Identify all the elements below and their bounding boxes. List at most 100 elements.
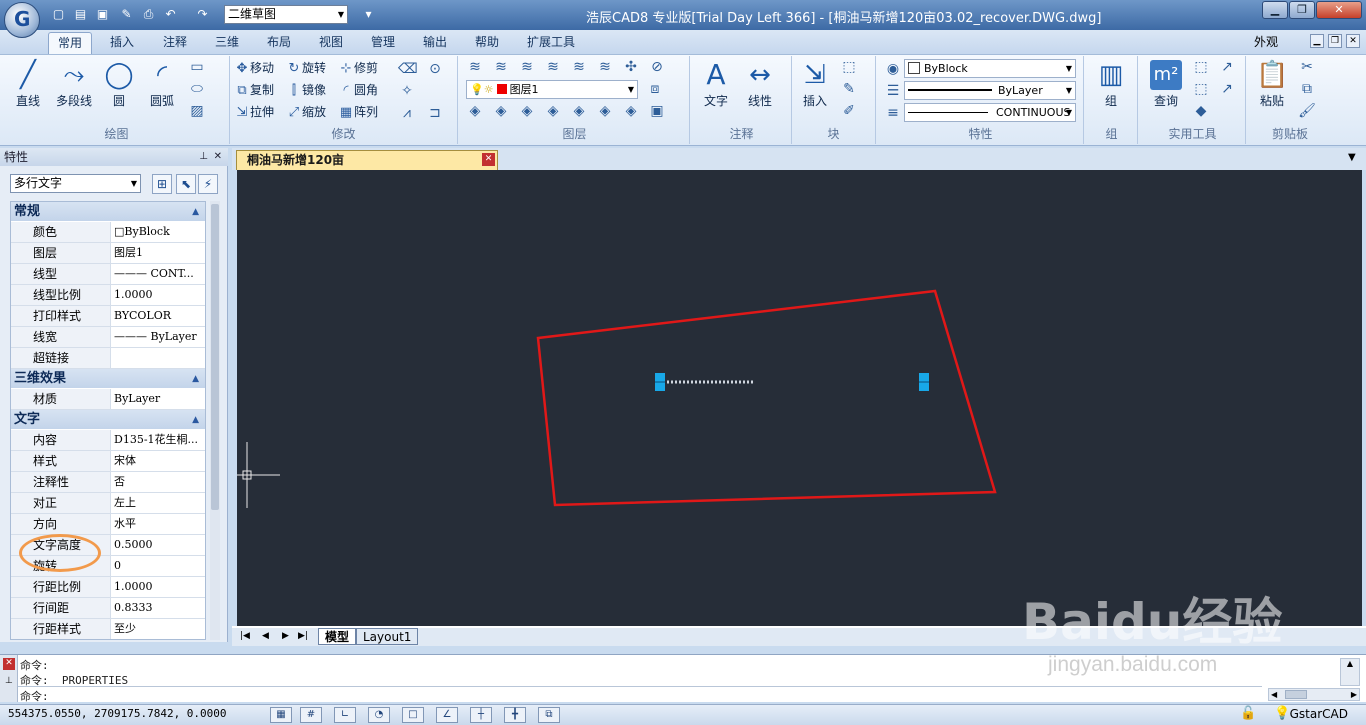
clipboard-panel-label[interactable]: 剪贴板	[1248, 125, 1332, 142]
layer-thaw-icon[interactable]: ▣	[648, 102, 666, 120]
property-row[interactable]: 颜色 □ByBlock	[11, 222, 205, 243]
join-icon[interactable]: ⊐	[426, 104, 444, 122]
tab-manage[interactable]: 管理	[362, 32, 404, 54]
ribbon-close-icon[interactable]: ✕	[1346, 34, 1360, 48]
property-value[interactable]: ——— ByLayer	[111, 327, 205, 347]
collapse-icon[interactable]: ▲	[192, 369, 199, 389]
layer-previous-icon[interactable]: ≋	[518, 58, 536, 76]
first-layout-icon[interactable]: |◀	[240, 628, 250, 645]
create-block-icon[interactable]: ⬚	[840, 58, 858, 76]
property-row[interactable]: 行间距 0.8333	[11, 598, 205, 619]
trim-button[interactable]: ⊹ 修剪	[338, 58, 378, 78]
property-value[interactable]	[111, 348, 205, 368]
offset-icon[interactable]: ⩘	[398, 104, 416, 122]
layer-lock-icon[interactable]: ◈	[518, 102, 536, 120]
document-list-icon[interactable]: ▼	[1348, 152, 1356, 163]
property-value[interactable]: 0	[111, 556, 205, 576]
last-layout-icon[interactable]: ▶|	[298, 628, 308, 645]
property-row[interactable]: 行距比例 1.0000	[11, 577, 205, 598]
property-value[interactable]: 0.5000	[111, 535, 205, 555]
property-row[interactable]: 材质 ByLayer	[11, 389, 205, 410]
property-section-header[interactable]: 三维效果 ▲	[11, 369, 205, 389]
command-hscrollbar[interactable]: ◀ ▶	[1268, 688, 1360, 701]
layer-merge-icon[interactable]: ◈	[570, 102, 588, 120]
tab-help[interactable]: 帮助	[466, 32, 508, 54]
arc-button[interactable]: ◜ 圆弧	[144, 60, 180, 109]
lineweight-toggle-icon[interactable]: ╋	[504, 707, 526, 723]
layer-match-icon[interactable]: ⧈	[646, 80, 664, 98]
select-objects-icon[interactable]: ⬉	[176, 174, 196, 194]
layers-panel-label[interactable]: 图层	[460, 125, 689, 142]
property-row[interactable]: 行距样式 至少	[11, 619, 205, 639]
query-button[interactable]: m² 查询	[1146, 60, 1186, 109]
property-value[interactable]: 宋体	[111, 451, 205, 471]
property-row[interactable]: 内容 D135-1花生桐...	[11, 430, 205, 451]
save-as-icon[interactable]: ✎	[118, 6, 135, 23]
property-row[interactable]: 超链接	[11, 348, 205, 369]
app-menu-button[interactable]: G	[4, 2, 40, 38]
tab-view[interactable]: 视图	[310, 32, 352, 54]
maximize-button[interactable]: ❐	[1289, 1, 1315, 19]
linear-dim-button[interactable]: ↔ 线性	[740, 60, 780, 109]
property-value[interactable]: 至少	[111, 619, 205, 639]
color-wheel-icon[interactable]: ◉	[884, 60, 902, 78]
match-properties-icon[interactable]: 🖌	[1298, 102, 1316, 120]
property-row[interactable]: 线型 ——— CONT...	[11, 264, 205, 285]
undo-icon[interactable]: ↶	[162, 6, 179, 23]
ribbon-minimize-icon[interactable]: ▁	[1310, 34, 1324, 48]
annotation-panel-label[interactable]: 注释	[692, 125, 791, 142]
ortho-toggle-icon[interactable]: ∟	[334, 707, 356, 723]
tab-3d[interactable]: 三维	[206, 32, 248, 54]
property-value[interactable]: 1.0000	[111, 285, 205, 305]
property-row[interactable]: 线型比例 1.0000	[11, 285, 205, 306]
property-section-header[interactable]: 常规 ▲	[11, 202, 205, 222]
copy-button[interactable]: ⧉ 复制	[234, 80, 274, 100]
property-row[interactable]: 图层 图层1	[11, 243, 205, 264]
property-value[interactable]: 图层1	[111, 243, 205, 263]
lineweight-select[interactable]: ByLayer ▼	[904, 81, 1076, 100]
line-button[interactable]: ╱ 直线	[10, 60, 46, 109]
property-value[interactable]: 否	[111, 472, 205, 492]
tab-layout1[interactable]: Layout1	[356, 628, 419, 645]
command-input[interactable]	[18, 686, 1262, 701]
property-row[interactable]: 对正 左上	[11, 493, 205, 514]
draw-panel-label[interactable]: 绘图	[4, 125, 229, 142]
layer-off-icon[interactable]: ◈	[466, 102, 484, 120]
erase-icon[interactable]: ⌫	[398, 60, 418, 78]
close-button[interactable]: ✕	[1316, 1, 1362, 19]
layer-unisolate-icon[interactable]: ≋	[570, 58, 588, 76]
document-close-icon[interactable]: ✕	[482, 153, 495, 166]
prev-layout-icon[interactable]: ◀	[262, 628, 269, 645]
break-icon[interactable]: ✧	[398, 82, 416, 100]
next-layout-icon[interactable]: ▶	[282, 628, 289, 645]
insert-block-button[interactable]: ⇲ 插入	[796, 60, 834, 109]
property-row[interactable]: 样式 宋体	[11, 451, 205, 472]
group-button[interactable]: ▥ 组	[1092, 60, 1130, 109]
array-button[interactable]: ▦ 阵列	[338, 102, 378, 122]
layer-unlock-icon[interactable]: ◈	[544, 102, 562, 120]
color-select[interactable]: ByBlock ▼	[904, 59, 1076, 78]
tab-home[interactable]: 常用	[48, 32, 93, 54]
otrack-toggle-icon[interactable]: ∠	[436, 707, 458, 723]
palette-close-icon[interactable]: ✕	[214, 148, 222, 166]
tab-extensions[interactable]: 扩展工具	[518, 32, 584, 54]
property-value[interactable]: 1.0000	[111, 577, 205, 597]
property-scrollbar-thumb[interactable]	[211, 204, 219, 510]
bulb-icon[interactable]: 💡	[1274, 706, 1290, 721]
qp-toggle-icon[interactable]: ⧉	[538, 707, 560, 723]
property-row[interactable]: 线宽 ——— ByLayer	[11, 327, 205, 348]
layer-select[interactable]: 💡☼ 图层1 ▼	[466, 80, 638, 99]
layer-match-all-icon[interactable]: ◈	[622, 102, 640, 120]
lineweight-icon[interactable]: ☰	[884, 82, 902, 100]
cut-icon[interactable]: ✂	[1298, 58, 1316, 76]
layer-on-icon[interactable]: ◈	[492, 102, 510, 120]
property-row[interactable]: 注释性否	[11, 472, 205, 493]
explode-icon[interactable]: ⊙	[426, 60, 444, 78]
edit-block-icon[interactable]: ✎	[840, 80, 858, 98]
snap-toggle-icon[interactable]: ▦	[270, 707, 292, 723]
property-section-header[interactable]: 文字 ▲	[11, 410, 205, 430]
linetype-icon[interactable]: ≡	[884, 104, 902, 122]
modify-panel-label[interactable]: 修改	[230, 125, 457, 142]
object-type-select[interactable]: 多行文字 ▼	[10, 174, 141, 193]
properties-panel-label[interactable]: 特性	[878, 125, 1083, 142]
